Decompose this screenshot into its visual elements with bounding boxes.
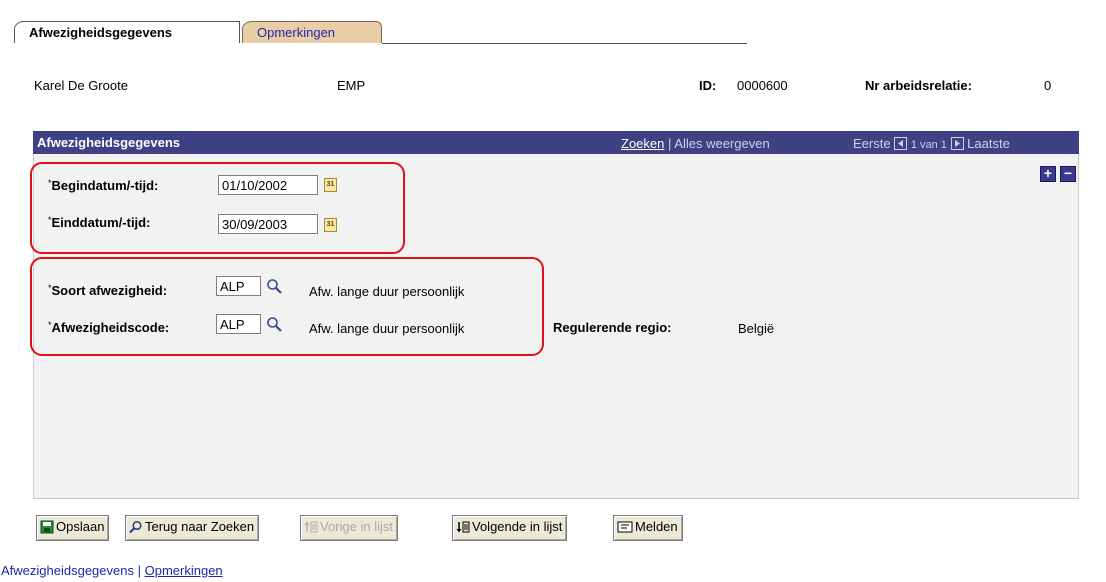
highlight-absence [30, 257, 544, 356]
save-icon [40, 520, 54, 534]
record-counter: 1 van 1 [910, 139, 947, 151]
highlight-dates [30, 162, 405, 254]
notify-button[interactable]: Melden [613, 515, 683, 541]
employee-name: Karel De Groote [34, 78, 128, 93]
save-button[interactable]: Opslaan [36, 515, 110, 541]
notify-icon [617, 521, 633, 533]
footer-link-opmerkingen[interactable]: Opmerkingen [145, 563, 223, 578]
search-link[interactable]: Zoeken [621, 136, 664, 151]
back-to-search-button[interactable]: Terug naar Zoeken [125, 515, 260, 541]
prev-arrow-icon[interactable] [894, 137, 908, 150]
first-link[interactable]: Eerste [853, 136, 891, 151]
id-value: 0000600 [737, 78, 788, 93]
tab-opmerkingen[interactable]: Opmerkingen [242, 21, 382, 43]
show-all-link[interactable]: Alles weergeven [674, 136, 769, 151]
region-value: België [738, 321, 775, 336]
footer-link-afwezigheidsgegevens[interactable]: Afwezigheidsgegevens [1, 563, 134, 578]
panel-header: Afwezigheidsgegevens Zoeken | Alles weer… [33, 131, 1079, 154]
employee-type: EMP [337, 78, 366, 93]
next-in-list-icon [456, 521, 470, 533]
region-label: Regulerende regio: [553, 320, 672, 335]
relation-label: Nr arbeidsrelatie: [865, 78, 972, 93]
previous-in-list-icon [304, 521, 318, 533]
last-link[interactable]: Laatste [967, 136, 1010, 151]
search-back-icon [129, 520, 142, 534]
next-in-list-button[interactable]: Volgende in lijst [452, 515, 568, 541]
nav-separator: | [668, 136, 672, 151]
footer-separator: | [137, 563, 141, 578]
id-label: ID: [699, 78, 717, 93]
next-arrow-icon[interactable] [950, 137, 964, 150]
remove-row-button[interactable]: − [1060, 166, 1076, 182]
footer-links: Afwezigheidsgegevens | Opmerkingen [1, 563, 223, 578]
tab-divider [382, 43, 747, 44]
relation-value: 0 [1044, 78, 1052, 93]
add-row-button[interactable]: + [1040, 166, 1056, 182]
previous-in-list-button[interactable]: Vorige in lijst [300, 515, 398, 541]
tab-afwezigheidsgegevens[interactable]: Afwezigheidsgegevens [14, 21, 240, 43]
panel-title: Afwezigheidsgegevens [37, 135, 181, 150]
